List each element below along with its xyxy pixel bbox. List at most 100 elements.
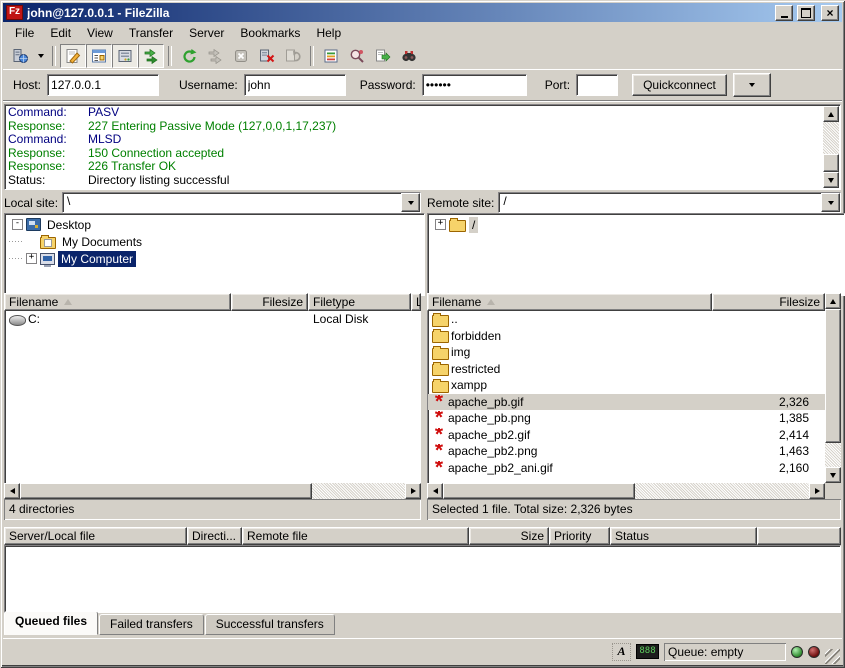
search-button[interactable] [344, 44, 370, 68]
menu-item[interactable]: Transfer [121, 24, 181, 42]
toggle-log-button[interactable] [60, 44, 86, 68]
scroll-left-button[interactable] [4, 483, 20, 499]
minimize-button[interactable] [775, 5, 793, 21]
site-manager-button[interactable] [7, 44, 33, 68]
remote-horizontal-scrollbar[interactable] [427, 483, 825, 499]
cancel-operation-button[interactable] [228, 44, 254, 68]
column-header-filename[interactable]: Filename [427, 293, 712, 311]
maximize-button[interactable] [797, 5, 815, 21]
filter-button[interactable] [318, 44, 344, 68]
disconnect-button[interactable] [254, 44, 280, 68]
scroll-thumb[interactable] [825, 309, 841, 443]
toggle-queue-button[interactable] [138, 44, 164, 68]
column-header-priority[interactable]: Priority [549, 527, 610, 545]
toolbar-separator [310, 46, 314, 66]
scroll-thumb[interactable] [823, 154, 839, 172]
file-row[interactable]: apache_pb2.gif 2,414 [428, 427, 825, 444]
tree-item[interactable]: / [429, 216, 843, 233]
compare-button[interactable] [370, 44, 396, 68]
username-input[interactable] [244, 74, 346, 96]
log-scrollbar[interactable] [823, 106, 839, 188]
column-header-server-local-file[interactable]: Server/Local file [4, 527, 187, 545]
refresh-button[interactable] [176, 44, 202, 68]
column-header-filename[interactable]: Filename [4, 293, 231, 311]
column-header-status[interactable]: Status [610, 527, 757, 545]
remote-vertical-scrollbar[interactable] [825, 293, 841, 483]
file-row[interactable]: apache_pb.png 1,385 [428, 410, 825, 427]
port-input[interactable] [576, 74, 618, 96]
scroll-up-button[interactable] [825, 293, 841, 309]
column-header-direction[interactable]: Directi... [187, 527, 242, 545]
file-row[interactable]: img [428, 344, 825, 361]
local-site-dropdown-button[interactable] [401, 193, 420, 212]
app-icon: Fz [6, 5, 23, 20]
log-line: Response: 227 Entering Passive Mode (127… [8, 120, 822, 134]
toggle-remote-tree-button[interactable] [112, 44, 138, 68]
scroll-up-button[interactable] [823, 106, 839, 122]
scroll-thumb[interactable] [20, 483, 312, 499]
reconnect-button[interactable] [280, 44, 306, 68]
scroll-down-button[interactable] [823, 172, 839, 188]
file-row[interactable]: xampp [428, 377, 825, 394]
synchronized-browsing-button[interactable] [396, 44, 422, 68]
minimize-icon [781, 16, 788, 18]
column-header-filesize[interactable]: Filesize [231, 293, 308, 311]
column-header-remote-file[interactable]: Remote file [242, 527, 469, 545]
resize-grip[interactable] [825, 649, 840, 664]
host-input[interactable] [47, 74, 159, 96]
column-header-lastmodified[interactable]: L [411, 293, 421, 311]
local-site-combo[interactable]: \ [62, 192, 421, 213]
file-row[interactable]: C: Local Disk [5, 311, 421, 328]
log-line-label: Status: [8, 174, 88, 188]
column-header-size[interactable]: Size [469, 527, 549, 545]
tree-item[interactable]: Desktop [6, 216, 423, 233]
remote-site-dropdown-button[interactable] [821, 193, 840, 212]
file-row[interactable]: apache_pb2_ani.gif 2,160 [428, 460, 825, 477]
local-tree-icon [91, 48, 107, 64]
menu-item[interactable]: Help [308, 24, 349, 42]
toggle-local-tree-button[interactable] [86, 44, 112, 68]
filter-icon [323, 48, 339, 64]
title-bar[interactable]: Fz john@127.0.0.1 - FileZilla [3, 3, 842, 22]
menu-item[interactable]: Server [181, 24, 232, 42]
tree-item[interactable]: My Computer [6, 250, 423, 267]
disconnect-icon [259, 48, 275, 64]
tree-expander-icon[interactable] [26, 253, 37, 264]
process-queue-button[interactable] [202, 44, 228, 68]
local-horizontal-scrollbar[interactable] [4, 483, 421, 499]
queue-tab[interactable]: Queued files [4, 611, 98, 635]
scroll-right-button[interactable] [809, 483, 825, 499]
file-row[interactable]: restricted [428, 361, 825, 378]
arrow-right-icon [815, 488, 820, 494]
menu-item[interactable]: Edit [42, 24, 79, 42]
site-manager-dropdown-button[interactable] [33, 44, 48, 68]
quickconnect-button[interactable]: Quickconnect [632, 74, 727, 96]
queue-tab[interactable]: Failed transfers [99, 614, 204, 635]
tree-item[interactable]: My Documents [6, 233, 423, 250]
menu-item[interactable]: View [79, 24, 121, 42]
tree-expander-icon[interactable] [435, 219, 446, 230]
file-row[interactable]: apache_pb.gif 2,326 [428, 394, 825, 411]
remote-site-combo[interactable]: / [498, 192, 841, 213]
scroll-right-button[interactable] [405, 483, 421, 499]
scroll-left-button[interactable] [427, 483, 443, 499]
close-button[interactable] [821, 5, 839, 21]
queue-tabs: Queued files Failed transfers Successful… [4, 613, 335, 635]
column-header-filetype[interactable]: Filetype [308, 293, 411, 311]
queue-tab[interactable]: Successful transfers [205, 614, 335, 635]
scroll-down-button[interactable] [825, 467, 841, 483]
quickconnect-dropdown-button[interactable] [733, 73, 771, 97]
remote-directory-tree: / [427, 213, 845, 296]
remote-file-list: .. forbidden img restricted [427, 311, 825, 483]
file-size: 1,385 [779, 411, 809, 425]
tree-item-label: My Documents [59, 234, 145, 250]
column-header-filesize[interactable]: Filesize [712, 293, 825, 311]
file-row[interactable]: apache_pb2.png 1,463 [428, 443, 825, 460]
menu-item[interactable]: Bookmarks [232, 24, 308, 42]
scroll-thumb[interactable] [443, 483, 635, 499]
menu-item[interactable]: File [7, 24, 42, 42]
password-input[interactable] [422, 74, 527, 96]
file-row[interactable]: forbidden [428, 328, 825, 345]
tree-expander-icon[interactable] [12, 219, 23, 230]
file-row[interactable]: .. [428, 311, 825, 328]
